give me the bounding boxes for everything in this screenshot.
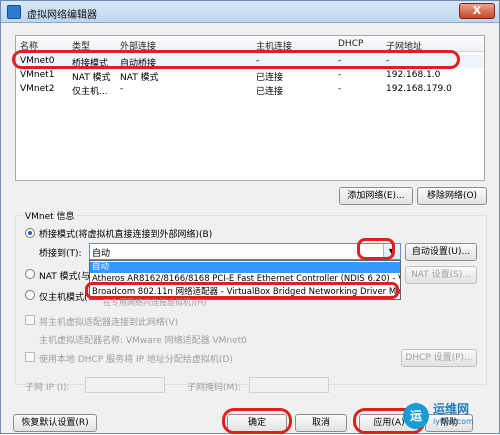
watermark-logo-icon: 运	[403, 403, 429, 429]
cell: 仅主机...	[72, 87, 108, 97]
subnet-mask-label: 子网掩码(M):	[187, 383, 241, 393]
vmnet-info-title: VMnet 信息	[23, 209, 77, 222]
host-only-suffix: 在专用网络内连接虚拟机)(H)	[103, 298, 207, 307]
adapter-name-label: 主机虚拟适配器名称: VMware 网络适配器 VMnet0	[39, 336, 247, 346]
chevron-down-icon[interactable]: ▼	[383, 244, 400, 259]
bridge-to-label: 桥接到(T):	[39, 249, 82, 259]
cell: NAT 模式	[120, 73, 159, 83]
cell: 自动桥接	[120, 59, 157, 69]
bridge-to-select[interactable]: 自动 ▼	[89, 243, 401, 260]
cell: -	[120, 84, 124, 94]
remove-network-button[interactable]: 移除网络(O)	[417, 187, 487, 205]
watermark-sub: iyunv.com	[433, 417, 474, 426]
bridge-to-dropdown-list: 自动 Atheros AR8162/8166/8168 PCI-E Fast E…	[89, 260, 401, 300]
nat-settings-button[interactable]: NAT 设置(S)...	[405, 266, 477, 284]
cell: 已连接	[256, 87, 284, 97]
col-name[interactable]: 名称	[20, 39, 38, 52]
virtual-network-editor-window: 虚拟网络编辑器 X 名称 类型 外部连接 主机连接 DHCP 子网地址 VMne…	[0, 0, 500, 434]
col-type[interactable]: 类型	[72, 39, 90, 52]
col-dhcp[interactable]: DHCP	[338, 39, 363, 49]
restore-defaults-button[interactable]: 恢复默认设置(R)	[13, 414, 97, 432]
bridge-mode-label: 桥接模式(将虚拟机直接连接到外部网络)(B)	[39, 230, 213, 240]
table-row-vmnet1[interactable]: VMnet1 NAT 模式 NAT 模式 已连接 - 192.168.1.0	[16, 69, 484, 83]
use-dhcp-checkbox[interactable]	[25, 352, 35, 362]
bridge-mode-radio[interactable]	[25, 228, 35, 238]
cell: 已连接	[256, 73, 284, 83]
cell: NAT 模式	[72, 73, 111, 83]
cell: VMnet2	[20, 84, 55, 94]
dropdown-option-atheros[interactable]: Atheros AR8162/8166/8168 PCI-E Fast Ethe…	[90, 274, 400, 285]
col-host[interactable]: 主机连接	[256, 39, 292, 52]
cell: VMnet0	[20, 56, 55, 66]
dropdown-option-auto[interactable]: 自动	[90, 262, 400, 273]
watermark-text: 运维网	[433, 402, 470, 416]
watermark: 运 运维网 iyunv.com	[403, 397, 499, 435]
cell: -	[386, 56, 390, 66]
host-only-radio[interactable]	[25, 290, 35, 300]
table-header: 名称 类型 外部连接 主机连接 DHCP 子网地址	[16, 36, 484, 52]
cell: 192.168.1.0	[386, 70, 441, 80]
ok-button[interactable]: 确定	[227, 414, 287, 432]
col-external[interactable]: 外部连接	[120, 39, 156, 52]
dhcp-settings-button[interactable]: DHCP 设置(P)...	[401, 349, 477, 367]
cell: 桥接模式	[72, 59, 109, 69]
connect-adapter-label: 将主机虚拟适配器连接到此网络(V)	[39, 318, 179, 328]
subnet-ip-input[interactable]	[85, 377, 165, 393]
cell: VMnet1	[20, 70, 55, 80]
cell: 192.168.179.0	[386, 84, 452, 94]
cell: -	[338, 70, 342, 80]
title-bar: 虚拟网络编辑器 X	[1, 1, 499, 23]
bridge-to-value: 自动	[92, 249, 111, 259]
auto-settings-button[interactable]: 自动设置(U)...	[405, 243, 477, 261]
cell: -	[338, 56, 342, 66]
nat-mode-radio[interactable]	[25, 269, 35, 279]
table-row-vmnet2[interactable]: VMnet2 仅主机... - 已连接 - 192.168.179.0	[16, 83, 484, 97]
table-row-vmnet0[interactable]: VMnet0 桥接模式 自动桥接 - - -	[16, 55, 484, 69]
host-only-label: 仅主机模式(	[39, 293, 88, 303]
close-button[interactable]: X	[459, 3, 495, 19]
cell: -	[256, 56, 260, 66]
subnet-ip-label: 子网 IP (I):	[25, 383, 70, 393]
nat-mode-label: NAT 模式(与	[39, 272, 91, 282]
add-network-button[interactable]: 添加网络(E)...	[339, 187, 413, 205]
app-icon	[7, 5, 21, 19]
subnet-mask-input[interactable]	[249, 377, 329, 393]
use-dhcp-label: 使用本地 DHCP 服务将 IP 地址分配给虚拟机(D)	[39, 355, 233, 365]
cell: -	[338, 84, 342, 94]
window-title: 虚拟网络编辑器	[27, 10, 97, 21]
network-table: 名称 类型 外部连接 主机连接 DHCP 子网地址 VMnet0 桥接模式 自动…	[15, 35, 485, 181]
cancel-button[interactable]: 取消	[295, 414, 347, 432]
connect-adapter-checkbox[interactable]	[25, 315, 35, 325]
col-subnet[interactable]: 子网地址	[386, 39, 422, 52]
